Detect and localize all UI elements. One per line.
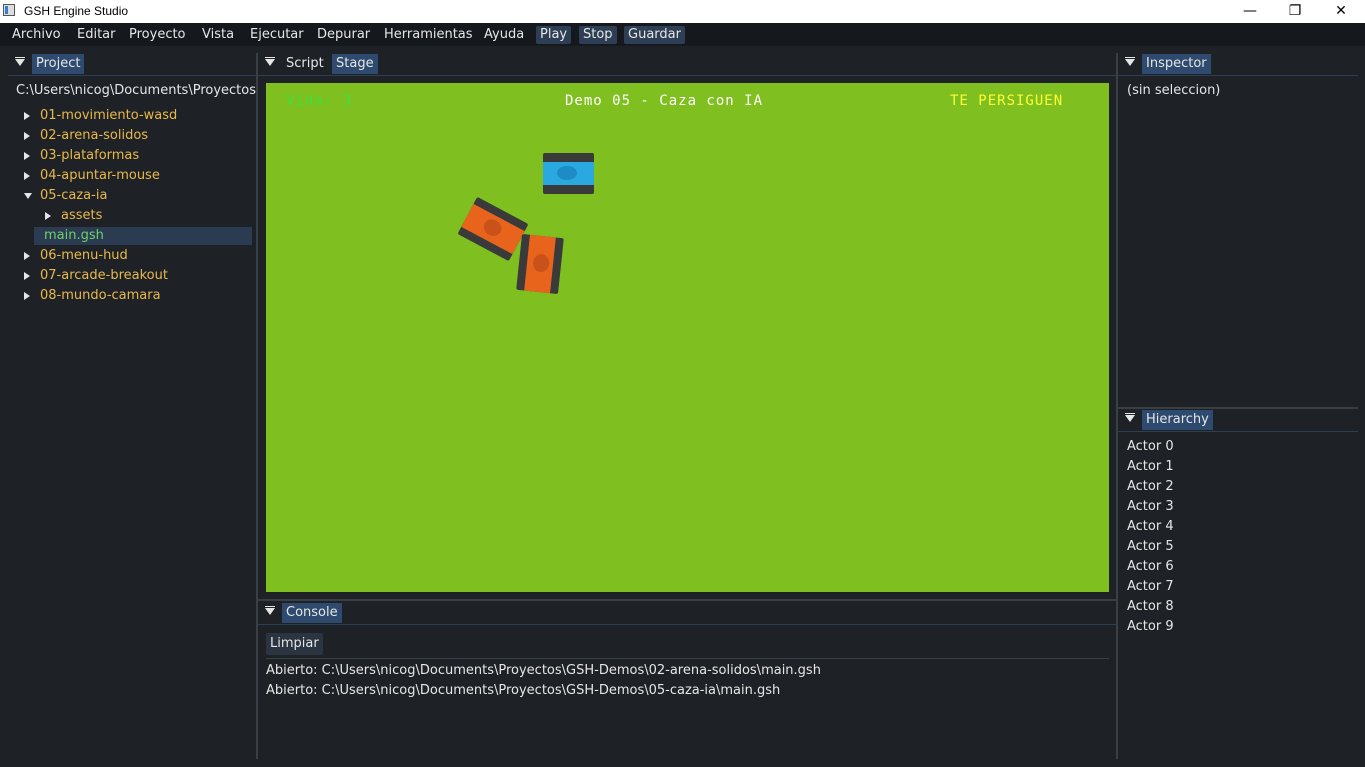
hierarchy-panel-header: Hierarchy	[1118, 409, 1358, 432]
console-panel-header: Console	[258, 602, 1116, 625]
menu-ayuda[interactable]: Ayuda	[480, 26, 528, 44]
menu-depurar[interactable]: Depurar	[313, 26, 374, 44]
inspector-panel-header: Inspector	[1118, 53, 1358, 76]
hud-life: Vida: 3	[286, 93, 353, 109]
expand-arrow-icon	[24, 252, 30, 260]
hud-title: Demo 05 - Caza con IA	[565, 93, 764, 109]
tree-item-04-apuntar-mouse[interactable]: 04-apuntar-mouse	[24, 166, 160, 186]
save-button[interactable]: Guardar	[624, 26, 685, 44]
tree-item-01-movimiento-wasd[interactable]: 01-movimiento-wasd	[24, 106, 177, 126]
hierarchy-item-actor-9[interactable]: Actor 9	[1127, 619, 1174, 634]
stage-panel-header: Script Stage	[258, 53, 1116, 76]
hierarchy-item-actor-7[interactable]: Actor 7	[1127, 579, 1174, 594]
hierarchy-item-actor-6[interactable]: Actor 6	[1127, 559, 1174, 574]
tab-inspector[interactable]: Inspector	[1142, 54, 1211, 74]
hierarchy-item-actor-1[interactable]: Actor 1	[1127, 459, 1174, 474]
play-button[interactable]: Play	[536, 26, 572, 44]
restore-icon[interactable]: ❐	[1272, 0, 1318, 23]
tree-item-02-arena-solidos[interactable]: 02-arena-solidos	[24, 126, 148, 146]
tab-script[interactable]: Script	[282, 54, 328, 74]
hierarchy-item-actor-3[interactable]: Actor 3	[1127, 499, 1174, 514]
hierarchy-item-actor-0[interactable]: Actor 0	[1127, 439, 1174, 454]
tab-stage[interactable]: Stage	[332, 54, 378, 74]
collapse-icon[interactable]	[265, 606, 275, 615]
enemy-tank	[516, 233, 564, 295]
menu-herramientas[interactable]: Herramientas	[380, 26, 477, 44]
title-bar: GSH Engine Studio — ❐ ✕	[0, 0, 1365, 23]
collapse-icon[interactable]	[265, 57, 275, 66]
expand-arrow-icon	[24, 112, 30, 120]
tree-item-label: 07-arcade-breakout	[40, 268, 168, 283]
tree-item-label: 06-menu-hud	[40, 248, 128, 263]
tab-console[interactable]: Console	[282, 603, 342, 623]
tree-item-label: 05-caza-ia	[40, 188, 108, 203]
tree-item-06-menu-hud[interactable]: 06-menu-hud	[24, 246, 128, 266]
console-separator	[266, 658, 1109, 659]
close-icon[interactable]: ✕	[1318, 0, 1364, 23]
console-line: Abierto: C:\Users\nicog\Documents\Proyec…	[266, 683, 781, 698]
expand-arrow-icon	[45, 212, 51, 220]
enemy-tank	[457, 196, 529, 262]
hierarchy-item-actor-8[interactable]: Actor 8	[1127, 599, 1174, 614]
tree-item-main-gsh[interactable]: main.gsh	[44, 226, 104, 246]
game-stage[interactable]: Vida: 3 Demo 05 - Caza con IA TE PERSIGU…	[266, 83, 1109, 592]
hierarchy-item-actor-5[interactable]: Actor 5	[1127, 539, 1174, 554]
tab-hierarchy[interactable]: Hierarchy	[1142, 410, 1213, 430]
collapse-icon[interactable]	[15, 57, 25, 66]
minimize-icon[interactable]: —	[1227, 0, 1273, 23]
hud-status: TE PERSIGUEN	[950, 93, 1064, 109]
tree-item-05-caza-ia[interactable]: 05-caza-ia	[24, 186, 107, 206]
hierarchy-item-actor-4[interactable]: Actor 4	[1127, 519, 1174, 534]
hierarchy-item-actor-2[interactable]: Actor 2	[1127, 479, 1174, 494]
player-tank	[543, 153, 594, 194]
expand-arrow-icon	[24, 132, 30, 140]
tree-item-08-mundo-camara[interactable]: 08-mundo-camara	[24, 286, 161, 306]
window-title: GSH Engine Studio	[24, 4, 129, 18]
tree-item-label: 02-arena-solidos	[40, 128, 149, 143]
tree-item-label: 03-plataformas	[40, 148, 140, 163]
console-panel: Console	[258, 602, 1116, 759]
tree-item-label: 04-apuntar-mouse	[40, 168, 160, 183]
menu-proyecto[interactable]: Proyecto	[125, 26, 190, 44]
clear-console-button[interactable]: Limpiar	[266, 633, 323, 655]
console-line: Abierto: C:\Users\nicog\Documents\Proyec…	[266, 663, 821, 678]
tree-item-label: 01-movimiento-wasd	[40, 108, 178, 123]
app-icon	[3, 4, 15, 16]
collapse-arrow-icon	[24, 193, 32, 199]
tab-project[interactable]: Project	[32, 54, 85, 74]
inspector-panel: Inspector (sin seleccion)	[1118, 53, 1358, 407]
tree-item-03-plataformas[interactable]: 03-plataformas	[24, 146, 139, 166]
tree-item-assets[interactable]: assets	[45, 206, 102, 226]
splitter-console[interactable]	[258, 599, 1116, 601]
collapse-icon[interactable]	[1125, 413, 1135, 422]
inspector-empty-text: (sin seleccion)	[1127, 83, 1221, 98]
menu-vista[interactable]: Vista	[198, 26, 238, 44]
expand-arrow-icon	[24, 292, 30, 300]
menu-ejecutar[interactable]: Ejecutar	[246, 26, 308, 44]
expand-arrow-icon	[24, 172, 30, 180]
tree-item-label: main.gsh	[44, 228, 104, 243]
project-path: C:\Users\nicog\Documents\Proyectos\	[16, 83, 256, 98]
expand-arrow-icon	[24, 152, 30, 160]
tree-item-07-arcade-breakout[interactable]: 07-arcade-breakout	[24, 266, 168, 286]
menu-archivo[interactable]: Archivo	[8, 26, 65, 44]
tree-item-label: 08-mundo-camara	[40, 288, 161, 303]
expand-arrow-icon	[24, 272, 30, 280]
tree-item-label: assets	[61, 208, 103, 223]
menu-editar[interactable]: Editar	[73, 26, 120, 44]
stop-button[interactable]: Stop	[579, 26, 617, 44]
menu-bar: Archivo Editar Proyecto Vista Ejecutar D…	[0, 23, 1365, 46]
collapse-icon[interactable]	[1125, 57, 1135, 66]
project-panel-header: Project	[8, 53, 256, 76]
